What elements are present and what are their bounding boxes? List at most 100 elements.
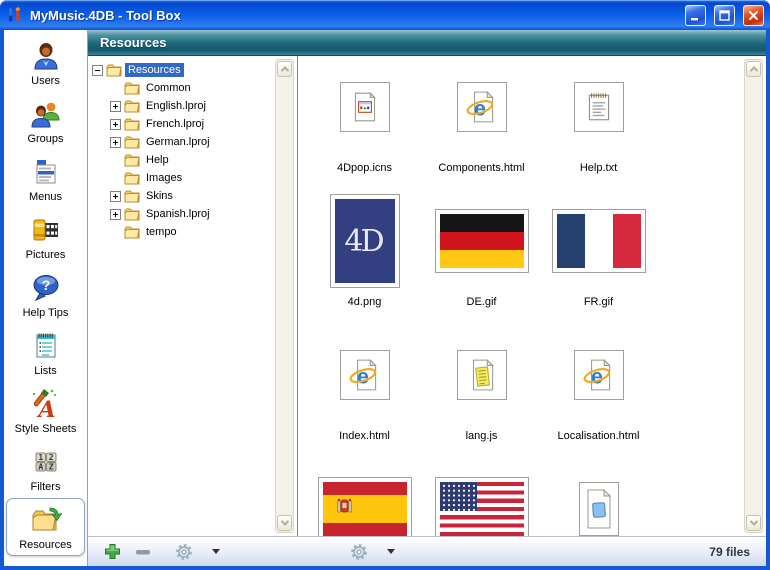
- expand-icon[interactable]: [110, 209, 121, 220]
- script-file-icon: [457, 350, 507, 400]
- folder-icon: [124, 118, 140, 131]
- svg-text:Z: Z: [48, 462, 53, 471]
- spanish-flag-thumbnail: [318, 477, 412, 536]
- folder-icon: [124, 208, 140, 221]
- actions-dropdown-button[interactable]: [387, 549, 395, 554]
- window-title: MyMusic.4DB - Tool Box: [30, 8, 677, 23]
- gear-icon: [350, 543, 368, 561]
- tree-item-label: Skins: [143, 189, 176, 203]
- resources-icon: [29, 503, 63, 537]
- sidebar-item-help-tips[interactable]: ? Help Tips: [4, 266, 87, 324]
- menus-icon: [29, 155, 63, 189]
- sidebar-item-label: Resources: [19, 539, 72, 551]
- resource-tree: Resources Common Engli: [88, 56, 298, 536]
- minimize-button[interactable]: [685, 5, 706, 26]
- sidebar-item-label: Menus: [29, 191, 62, 203]
- scroll-up-button[interactable]: [746, 61, 761, 77]
- sidebar-item-label: Filters: [31, 481, 61, 493]
- tree-scrollbar[interactable]: [275, 59, 294, 533]
- file-item[interactable]: e Components.html: [423, 56, 540, 190]
- file-item[interactable]: 4Dpop.icns: [306, 56, 423, 190]
- sidebar-item-resources[interactable]: Resources: [6, 498, 85, 556]
- folder-icon: [124, 190, 140, 203]
- file-item[interactable]: [306, 458, 423, 536]
- tree-item-skins[interactable]: Skins: [88, 187, 297, 205]
- sidebar-item-groups[interactable]: Groups: [4, 92, 87, 150]
- file-item[interactable]: 4D 4d.png: [306, 190, 423, 324]
- spain-crest-icon: [337, 498, 352, 520]
- sidebar-item-label: Help Tips: [23, 307, 69, 319]
- tree-item-french-lproj[interactable]: French.lproj: [88, 115, 297, 133]
- file-name: Localisation.html: [558, 430, 640, 442]
- 4d-logo-thumbnail: 4D: [330, 194, 400, 288]
- file-name: Help.txt: [580, 162, 617, 174]
- close-button[interactable]: [743, 5, 764, 26]
- file-item[interactable]: lang.js: [423, 324, 540, 458]
- html-file-icon: e: [340, 350, 390, 400]
- scroll-down-button[interactable]: [746, 515, 761, 531]
- chevron-down-icon: [212, 549, 220, 554]
- tree-item-spanish-lproj[interactable]: Spanish.lproj: [88, 205, 297, 223]
- minus-icon: [135, 544, 151, 560]
- expand-icon[interactable]: [110, 101, 121, 112]
- tree-item-tempo[interactable]: tempo: [88, 223, 297, 241]
- sidebar-item-users[interactable]: Users: [4, 34, 87, 92]
- file-item[interactable]: DE.gif: [423, 190, 540, 324]
- grid-scrollbar[interactable]: [744, 59, 763, 533]
- add-button[interactable]: [104, 543, 121, 560]
- us-flag-canton: [440, 482, 477, 511]
- svg-text:?: ?: [41, 277, 50, 293]
- plus-icon: [104, 543, 121, 560]
- file-item[interactable]: [423, 458, 540, 536]
- actions-button[interactable]: [350, 543, 368, 561]
- remove-button[interactable]: [135, 544, 151, 560]
- folder-icon: [124, 100, 140, 113]
- sidebar-item-label: Style Sheets: [15, 423, 77, 435]
- folder-icon: [124, 172, 140, 185]
- maximize-button[interactable]: [714, 5, 735, 26]
- scroll-down-button[interactable]: [277, 515, 292, 531]
- scroll-up-button[interactable]: [277, 61, 292, 77]
- us-flag-thumbnail: [435, 477, 529, 536]
- sidebar-item-pictures[interactable]: Pictures: [4, 208, 87, 266]
- bottom-toolbar: 79 files: [88, 536, 766, 566]
- tree-item-label: German.lproj: [143, 135, 213, 149]
- file-item[interactable]: e Index.html: [306, 324, 423, 458]
- svg-text:e: e: [473, 97, 485, 121]
- sidebar-item-lists[interactable]: Lists: [4, 324, 87, 382]
- expand-icon[interactable]: [110, 191, 121, 202]
- collapse-icon[interactable]: [92, 65, 103, 76]
- tree-item-english-lproj[interactable]: English.lproj: [88, 97, 297, 115]
- expand-icon[interactable]: [110, 119, 121, 130]
- tree-item-common[interactable]: Common: [88, 79, 297, 97]
- settings-button[interactable]: [175, 543, 193, 561]
- tree-item-images[interactable]: Images: [88, 169, 297, 187]
- chevron-down-icon: [387, 549, 395, 554]
- tree-item-resources[interactable]: Resources: [88, 61, 297, 79]
- expand-icon[interactable]: [110, 137, 121, 148]
- folder-icon: [124, 136, 140, 149]
- sidebar-item-filters[interactable]: 1 2 A Z Filters: [4, 440, 87, 498]
- sidebar-item-label: Groups: [27, 133, 63, 145]
- tree-item-german-lproj[interactable]: German.lproj: [88, 133, 297, 151]
- gear-icon: [175, 543, 193, 561]
- file-item[interactable]: FR.gif: [540, 190, 657, 324]
- folder-icon: [124, 82, 140, 95]
- titlebar[interactable]: MyMusic.4DB - Tool Box: [0, 0, 770, 30]
- sidebar-item-menus[interactable]: Menus: [4, 150, 87, 208]
- file-name: Index.html: [339, 430, 390, 442]
- settings-dropdown-button[interactable]: [212, 549, 220, 554]
- users-icon: [29, 39, 63, 73]
- file-item[interactable]: Help.txt: [540, 56, 657, 190]
- svg-text:2: 2: [48, 453, 53, 462]
- file-grid: 4Dpop.icns e Compone: [298, 56, 766, 536]
- tree-item-label: English.lproj: [143, 99, 209, 113]
- sidebar-item-label: Pictures: [26, 249, 66, 261]
- file-item[interactable]: e Localisation.html: [540, 324, 657, 458]
- sidebar-item-style-sheets[interactable]: A Style Sheets: [4, 382, 87, 440]
- tree-item-help[interactable]: Help: [88, 151, 297, 169]
- file-item[interactable]: [540, 458, 657, 536]
- svg-text:A: A: [38, 462, 43, 471]
- sidebar-item-label: Lists: [34, 365, 57, 377]
- file-name: DE.gif: [467, 296, 497, 308]
